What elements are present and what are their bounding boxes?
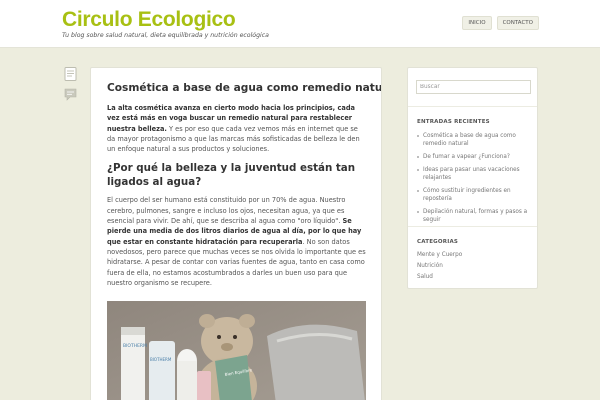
- post-format-icons: [63, 67, 77, 101]
- post-image: BIOTHERM BIOTHERM Bien Equilibre: [107, 301, 366, 400]
- categories-title: CATEGORIAS: [417, 239, 459, 245]
- recent-posts-title: ENTRADAS RECIENTES: [417, 119, 490, 125]
- divider: [408, 106, 537, 107]
- post-body-1: El cuerpo del ser humano está constituid…: [107, 196, 346, 226]
- recent-post-link[interactable]: Cosmética a base de agua como remedio na…: [417, 132, 532, 148]
- search-input[interactable]: [416, 80, 531, 94]
- categories-list: Mente y Cuerpo Nutrición Salud: [417, 250, 462, 283]
- image-brand-label-2: BIOTHERM: [150, 357, 172, 362]
- post-article: Cosmética a base de agua como remedio na…: [90, 67, 382, 400]
- category-link[interactable]: Salud: [417, 272, 462, 283]
- divider: [408, 226, 537, 227]
- image-brand-label: BIOTHERM: [123, 343, 147, 349]
- recent-post-link[interactable]: Ideas para pasar unas vacaciones relajan…: [417, 166, 532, 182]
- site-title[interactable]: Circulo Ecologico: [62, 8, 236, 32]
- recent-post-link[interactable]: Cómo sustituir ingredientes en reposterí…: [417, 187, 532, 203]
- post-subheading: ¿Por qué la belleza y la juventud están …: [107, 162, 356, 188]
- category-link[interactable]: Mente y Cuerpo: [417, 250, 462, 261]
- recent-post-link[interactable]: De fumar a vapear ¿Funciona?: [417, 153, 532, 161]
- recent-posts-list: Cosmética a base de agua como remedio na…: [417, 132, 532, 229]
- nav-item-contacto[interactable]: CONTACTO: [496, 16, 539, 30]
- document-icon[interactable]: [63, 67, 77, 81]
- category-link[interactable]: Nutrición: [417, 261, 462, 272]
- comment-icon[interactable]: [63, 87, 77, 101]
- sidebar: ENTRADAS RECIENTES Cosmética a base de a…: [407, 67, 538, 289]
- site-description: Tu blog sobre salud natural, dieta equil…: [62, 32, 269, 39]
- post-body: El cuerpo del ser humano está constituid…: [107, 195, 366, 288]
- nav-item-inicio[interactable]: INICIO: [462, 16, 492, 30]
- recent-post-link[interactable]: Depilación natural, formas y pasos a seg…: [417, 208, 532, 224]
- post-title[interactable]: Cosmética a base de agua como remedio na…: [107, 81, 381, 95]
- main-nav: INICIO CONTACTO: [462, 16, 539, 30]
- post-intro: La alta cosmética avanza en cierto modo …: [107, 103, 366, 154]
- site-header: Circulo Ecologico Tu blog sobre salud na…: [0, 0, 600, 48]
